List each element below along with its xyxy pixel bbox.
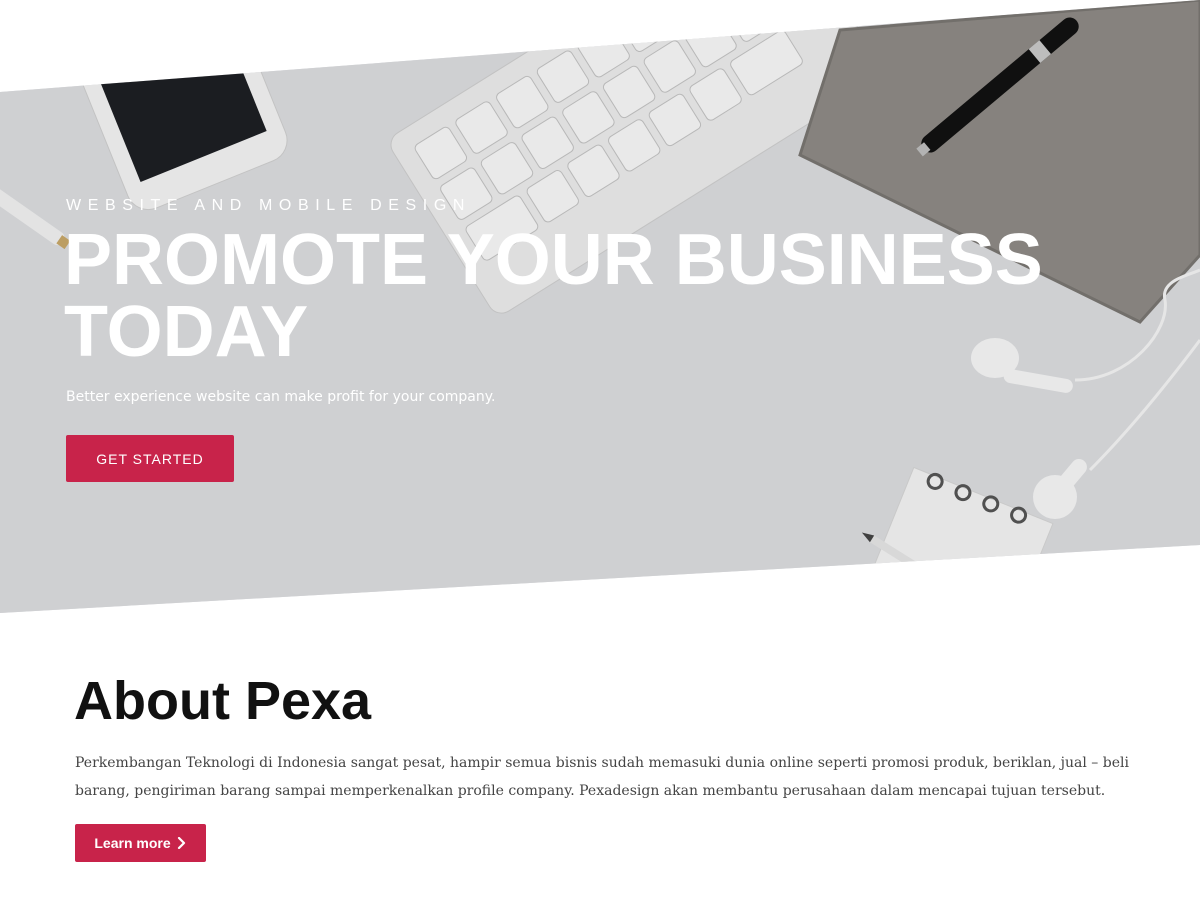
chevron-right-icon (177, 837, 185, 849)
hero-eyebrow: WEBSITE AND MOBILE DESIGN (66, 197, 472, 214)
about-title: About Pexa (74, 671, 372, 731)
learn-more-button[interactable]: Learn more (75, 824, 206, 862)
learn-more-label: Learn more (94, 835, 171, 851)
get-started-button[interactable]: GET STARTED (66, 435, 234, 482)
about-body: Perkembangan Teknologi di Indonesia sang… (75, 755, 1129, 799)
hero-title: PROMOTE YOUR BUSINESS TODAY (64, 220, 1043, 372)
hero-section: WEBSITE AND MOBILE DESIGN PROMOTE YOUR B… (0, 0, 1200, 613)
hero-subtitle: Better experience website can make profi… (66, 389, 496, 405)
